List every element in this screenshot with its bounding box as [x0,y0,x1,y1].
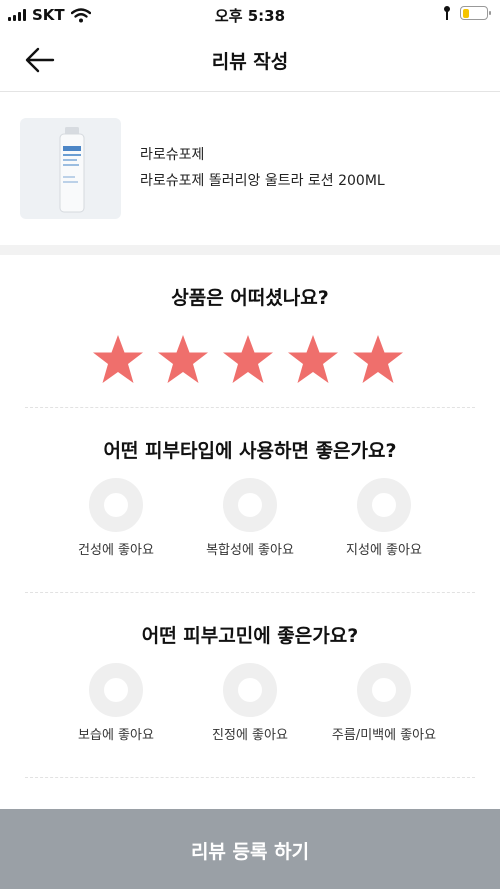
rating-question: 상품은 어떠셨나요? [171,287,329,309]
submit-review-button[interactable]: 리뷰 등록 하기 [0,809,500,889]
option-label: 주름/미백에 좋아요 [331,728,437,743]
radio-icon [89,663,143,717]
product-image [20,118,121,219]
status-right [442,5,491,21]
radio-icon [357,478,411,532]
section-divider [0,245,500,255]
product-brand: 라로슈포제 [140,147,205,163]
star-icon[interactable] [156,333,210,387]
option-label: 복합성에 좋아요 [206,543,294,558]
divider [25,592,475,593]
battery-level [462,8,469,18]
skin-type-options: 건성에 좋아요 복합성에 좋아요 지성에 좋아요 [0,478,500,568]
radio-icon [89,478,143,532]
option-label: 진정에 좋아요 [212,728,288,743]
star-icon[interactable] [351,333,405,387]
skin-concern-option-soothing[interactable]: 진정에 좋아요 [190,663,310,753]
option-label: 지성에 좋아요 [346,543,422,558]
option-label: 보습에 좋아요 [78,728,154,743]
product-summary: 라로슈포제 라로슈포제 똘러리앙 울트라 로션 200ML [0,93,500,245]
product-name: 라로슈포제 똘러리앙 울트라 로션 200ML [140,173,385,189]
battery-icon [460,6,491,20]
star-icon[interactable] [91,333,145,387]
skin-concern-option-moisture[interactable]: 보습에 좋아요 [56,663,176,753]
skin-type-option-oily[interactable]: 지성에 좋아요 [324,478,444,568]
status-time: 오후 5:38 [214,7,286,25]
divider [25,407,475,408]
skin-type-option-combination[interactable]: 복합성에 좋아요 [190,478,310,568]
star-icon[interactable] [286,333,340,387]
divider [25,777,475,778]
radio-icon [223,663,277,717]
radio-icon [357,663,411,717]
radio-icon [223,478,277,532]
status-bar: SKT 오후 5:38 [0,0,500,30]
skin-type-question: 어떤 피부타입에 사용하면 좋은가요? [103,440,397,462]
star-rating [0,333,500,387]
location-icon [444,6,450,20]
page-title: 리뷰 작성 [211,51,289,73]
skin-concern-options: 보습에 좋아요 진정에 좋아요 주름/미백에 좋아요 [0,663,500,753]
skin-type-option-dry[interactable]: 건성에 좋아요 [56,478,176,568]
header: 리뷰 작성 [0,30,500,92]
skin-concern-question: 어떤 피부고민에 좋은가요? [141,625,359,647]
star-icon[interactable] [221,333,275,387]
option-label: 건성에 좋아요 [78,543,154,558]
skin-concern-option-wrinkle-whitening[interactable]: 주름/미백에 좋아요 [324,663,444,753]
